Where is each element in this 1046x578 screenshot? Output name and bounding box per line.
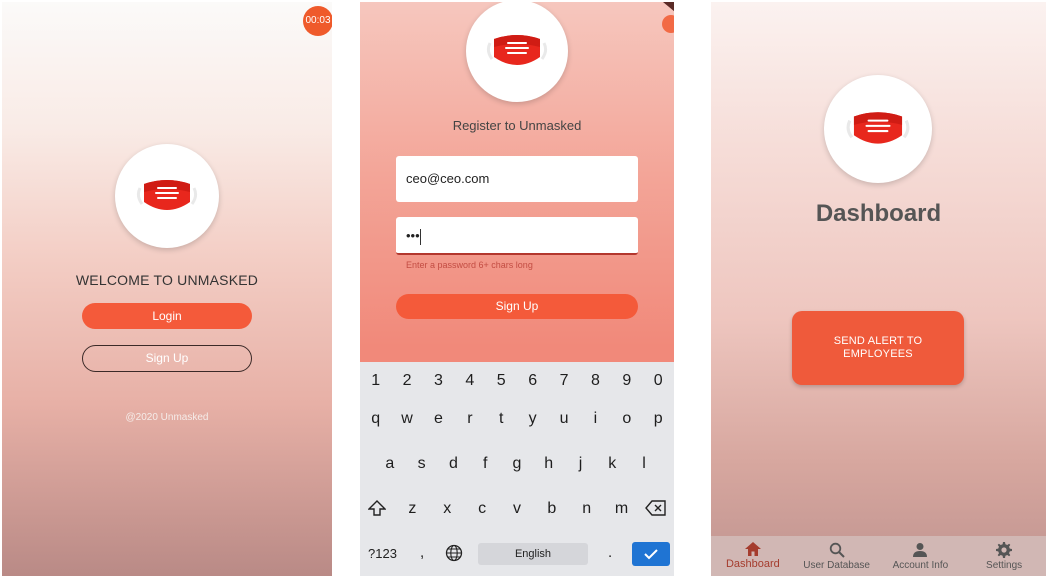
search-icon: [829, 542, 845, 558]
keyboard-number-row: 1 2 3 4 5 6 7 8 9 0: [360, 372, 674, 390]
recording-timer: 00:03: [303, 6, 332, 36]
gear-icon: [996, 542, 1013, 558]
key[interactable]: d: [439, 455, 467, 473]
keyboard-row-asdf: a s d f g h j k l: [360, 455, 674, 473]
password-value: •••: [406, 228, 420, 243]
key[interactable]: z: [398, 500, 426, 521]
key[interactable]: e: [424, 410, 452, 428]
key[interactable]: 5: [487, 372, 515, 390]
mask-icon: [846, 112, 910, 144]
key[interactable]: h: [535, 455, 563, 473]
key[interactable]: r: [456, 410, 484, 428]
keyboard-row-qwerty: q w e r t y u i o p: [360, 410, 674, 428]
nav-label: Account Info: [892, 560, 949, 571]
shift-icon: [367, 500, 388, 516]
key[interactable]: 9: [613, 372, 641, 390]
password-field[interactable]: •••: [396, 217, 638, 255]
send-alert-label: SEND ALERT TO EMPLOYEES: [833, 335, 923, 360]
key[interactable]: 6: [519, 372, 547, 390]
key[interactable]: 0: [644, 372, 672, 390]
key[interactable]: m: [608, 500, 636, 521]
send-alert-button[interactable]: SEND ALERT TO EMPLOYEES: [792, 311, 964, 385]
enter-key[interactable]: [632, 542, 670, 566]
comma-key[interactable]: ,: [420, 544, 424, 561]
key[interactable]: v: [503, 500, 531, 521]
space-key[interactable]: English: [478, 543, 588, 565]
key[interactable]: 7: [550, 372, 578, 390]
nav-item-dashboard[interactable]: Dashboard: [711, 536, 795, 576]
signup-submit-button[interactable]: Sign Up: [396, 294, 638, 319]
nav-item-user-database[interactable]: User Database: [795, 536, 879, 576]
key[interactable]: i: [581, 410, 609, 428]
globe-icon: [445, 544, 463, 562]
corner-decoration: [662, 2, 674, 33]
key[interactable]: q: [362, 410, 390, 428]
keyboard-row-zxcv: z x c v b n m: [360, 500, 674, 521]
bottom-navigation: Dashboard User Database Account Info Set…: [711, 536, 1046, 576]
shift-key[interactable]: [363, 500, 391, 521]
key[interactable]: n: [573, 500, 601, 521]
nav-item-settings[interactable]: Settings: [962, 536, 1046, 576]
key[interactable]: b: [538, 500, 566, 521]
mask-icon: [136, 180, 198, 210]
key[interactable]: p: [644, 410, 672, 428]
key[interactable]: w: [393, 410, 421, 428]
backspace-key[interactable]: [642, 500, 670, 521]
login-button[interactable]: Login: [82, 303, 252, 329]
backspace-icon: [645, 500, 667, 516]
key[interactable]: k: [598, 455, 626, 473]
key[interactable]: 4: [456, 372, 484, 390]
app-logo: [824, 75, 932, 183]
key[interactable]: y: [519, 410, 547, 428]
key[interactable]: t: [487, 410, 515, 428]
nav-label: Dashboard: [725, 558, 780, 570]
key[interactable]: j: [566, 455, 594, 473]
key[interactable]: a: [376, 455, 404, 473]
onscreen-keyboard: 1 2 3 4 5 6 7 8 9 0 q w e r t y u i o p …: [360, 362, 674, 576]
key[interactable]: u: [550, 410, 578, 428]
app-logo: [115, 144, 219, 248]
symbols-key[interactable]: ?123: [368, 546, 397, 561]
nav-item-account-info[interactable]: Account Info: [879, 536, 963, 576]
welcome-heading: WELCOME TO UNMASKED: [75, 272, 259, 288]
checkmark-icon: [644, 549, 658, 560]
key[interactable]: 3: [424, 372, 452, 390]
mask-icon: [486, 35, 548, 65]
language-key[interactable]: [445, 544, 463, 567]
key[interactable]: 8: [581, 372, 609, 390]
text-cursor: [419, 228, 421, 245]
dashboard-title: Dashboard: [815, 200, 942, 227]
person-icon: [913, 543, 928, 557]
key[interactable]: 1: [362, 372, 390, 390]
nav-label: Settings: [986, 560, 1023, 571]
copyright-text: @2020 Unmasked: [125, 412, 209, 423]
key[interactable]: x: [433, 500, 461, 521]
key[interactable]: l: [630, 455, 658, 473]
welcome-screen: 00:03 WELCOME TO UNMASKED Login Sign Up …: [2, 2, 332, 576]
period-key[interactable]: .: [608, 544, 612, 561]
key[interactable]: c: [468, 500, 496, 521]
signup-button[interactable]: Sign Up: [82, 345, 252, 372]
key[interactable]: 2: [393, 372, 421, 390]
key[interactable]: f: [471, 455, 499, 473]
password-hint: Enter a password 6+ chars long: [406, 260, 533, 270]
app-logo: [466, 2, 568, 102]
nav-label: User Database: [803, 560, 870, 571]
key[interactable]: g: [503, 455, 531, 473]
key[interactable]: s: [408, 455, 436, 473]
register-screen: Register to Unmasked ceo@ceo.com ••• Ent…: [360, 2, 674, 576]
register-title: Register to Unmasked: [452, 118, 582, 133]
email-field[interactable]: ceo@ceo.com: [396, 156, 638, 202]
key[interactable]: o: [613, 410, 641, 428]
dashboard-screen: Dashboard SEND ALERT TO EMPLOYEES Dashbo…: [711, 2, 1046, 576]
home-icon: [744, 542, 761, 556]
